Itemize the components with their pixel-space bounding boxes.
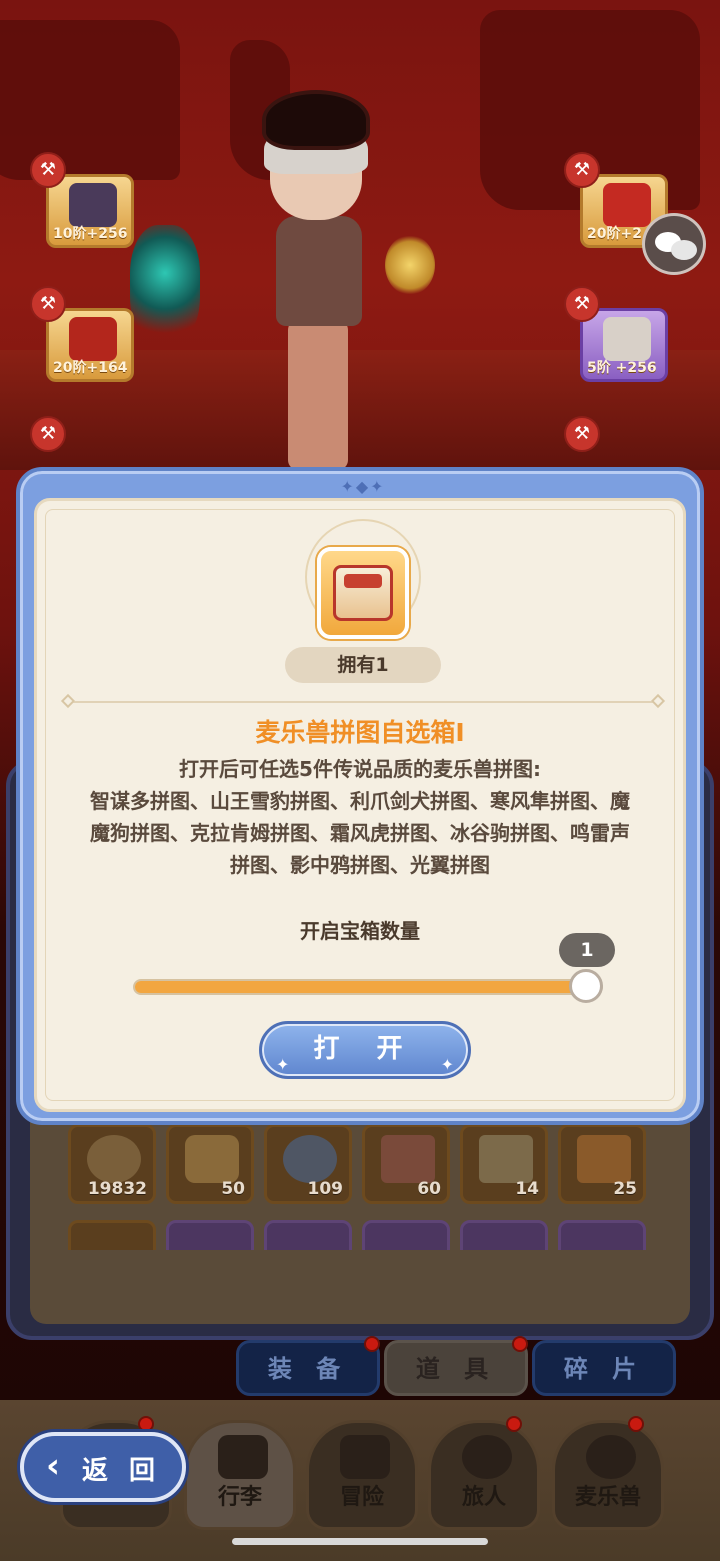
hammer-icon[interactable]: ⚒: [564, 152, 600, 188]
equipment-slot-partial[interactable]: ⚒: [30, 416, 150, 470]
tab-items[interactable]: 道 具: [384, 1340, 528, 1396]
item-count: 60: [417, 1179, 441, 1199]
hammer-icon[interactable]: ⚒: [564, 286, 600, 322]
item-count: 19832: [87, 1179, 147, 1199]
chat-icon-secondary: [671, 240, 697, 260]
nav-item-pets[interactable]: 麦乐兽: [552, 1420, 664, 1530]
tab-fragments[interactable]: 碎 片: [532, 1340, 676, 1396]
character-hat: [262, 90, 370, 150]
owned-count: 拥有1: [285, 647, 441, 683]
traveler-avatar-icon: [462, 1435, 512, 1479]
inventory-item[interactable]: 50: [166, 1124, 254, 1204]
nav-label: 麦乐兽: [574, 1485, 641, 1510]
nav-label: 行李: [217, 1485, 262, 1510]
item-icon-frame: [317, 547, 409, 639]
notification-dot: [138, 1416, 154, 1432]
scroll-icon: [479, 1135, 533, 1183]
hammer-icon[interactable]: ⚒: [30, 286, 66, 322]
character-body: [276, 216, 362, 326]
equipment-level: 10阶+256: [53, 226, 128, 242]
inventory-item[interactable]: 25: [558, 1124, 646, 1204]
inventory-item[interactable]: 19832: [68, 1124, 156, 1204]
ticket-icon: [381, 1135, 435, 1183]
inventory-item[interactable]: [264, 1220, 352, 1250]
equipment-slot-weapon[interactable]: 10阶+256 ⚒: [30, 152, 150, 252]
treasure-chest-icon: [333, 565, 393, 621]
card-icon: [577, 1135, 631, 1183]
item-count: 25: [613, 1179, 637, 1199]
open-button-label: 打 开: [313, 1034, 417, 1064]
crystal-icon: [283, 1135, 337, 1183]
notification-dot: [512, 1336, 528, 1352]
inventory-item[interactable]: [166, 1220, 254, 1250]
dialog-panel: 拥有1 麦乐兽拼图自选箱Ⅰ 打开后可任选5件传说品质的麦乐兽拼图: 智谋多拼图、…: [34, 498, 686, 1112]
hammer-icon[interactable]: ⚒: [30, 152, 66, 188]
pet-avatar-icon: [586, 1435, 636, 1479]
bag-icon: [218, 1435, 268, 1479]
crossed-swords-icon: [340, 1435, 390, 1479]
tab-equipment[interactable]: 装 备: [236, 1340, 380, 1396]
diamond-ornament-icon: ✦◆✦: [340, 477, 386, 496]
lyre-icon: [185, 1135, 239, 1183]
open-button[interactable]: ✦ 打 开 ✦: [259, 1021, 471, 1079]
equipment-level: 20阶+2: [587, 226, 642, 242]
nav-label: 冒险: [339, 1485, 384, 1510]
chat-button[interactable]: [642, 213, 706, 275]
equipment-level: 20阶+164: [53, 360, 128, 376]
inventory-item[interactable]: 60: [362, 1124, 450, 1204]
bow-icon: [69, 183, 117, 227]
item-count: 14: [515, 1179, 539, 1199]
equipment-level: 5阶 +256: [587, 360, 657, 376]
nav-item-travelers[interactable]: 旅人: [428, 1420, 540, 1530]
slot-frame: 20阶+164: [46, 308, 134, 382]
inventory-row: [68, 1220, 658, 1250]
back-arrow-icon: ‹: [46, 1446, 61, 1486]
notification-dot: [364, 1336, 380, 1352]
slot-frame: 5阶 +256: [580, 308, 668, 382]
chest-lid: [344, 574, 382, 588]
divider: [69, 701, 657, 703]
hammer-icon[interactable]: ⚒: [30, 416, 66, 452]
helmet-icon: [603, 183, 651, 227]
equipment-slot-armor[interactable]: 20阶+164 ⚒: [30, 286, 150, 386]
hammer-icon[interactable]: ⚒: [564, 416, 600, 452]
item-count: 109: [307, 1179, 344, 1199]
nav-item-luggage[interactable]: 行李: [184, 1420, 296, 1530]
inventory-item[interactable]: 109: [264, 1124, 352, 1204]
inventory-row: 19832 50 109 60 14 25: [68, 1124, 658, 1210]
notification-dot: [628, 1416, 644, 1432]
quantity-slider[interactable]: [133, 979, 603, 995]
character-legs: [288, 320, 348, 470]
home-indicator[interactable]: [232, 1538, 488, 1545]
equipment-slot-gloves[interactable]: 5阶 +256 ⚒: [564, 286, 684, 386]
item-title: 麦乐兽拼图自选箱Ⅰ: [255, 718, 465, 747]
inventory-item[interactable]: 14: [460, 1124, 548, 1204]
nav-label: 旅人: [461, 1485, 506, 1510]
slider-fill: [135, 981, 601, 993]
open-chest-dialog: ✦◆✦ 拥有1 麦乐兽拼图自选箱Ⅰ 打开后可任选5件传说品质的麦乐兽拼图: 智谋…: [16, 467, 704, 1125]
gauntlet-icon: [603, 317, 651, 361]
sparkle-icon: ✦: [440, 1055, 454, 1074]
notification-dot: [506, 1416, 522, 1432]
pet-companion: [385, 235, 435, 295]
orb-icon: [87, 1135, 141, 1183]
game-scene-background: 10阶+256 ⚒ 20阶+164 ⚒ ⚒ 20阶+2 ⚒ 5阶 +256 ⚒ …: [0, 0, 720, 470]
back-button-label: 返 回: [82, 1456, 162, 1486]
inventory-sub-tabs: 装 备 道 具 碎 片: [236, 1336, 692, 1396]
inventory-item[interactable]: [362, 1220, 450, 1250]
inventory-item[interactable]: [558, 1220, 646, 1250]
back-button[interactable]: ‹ 返 回: [20, 1432, 186, 1502]
nav-item-adventure[interactable]: 冒险: [306, 1420, 418, 1530]
sparkle-icon: ✦: [276, 1055, 290, 1074]
inventory-item[interactable]: [68, 1220, 156, 1250]
equipment-slot-partial[interactable]: ⚒: [564, 416, 684, 470]
player-character[interactable]: [250, 90, 380, 470]
quantity-value-bubble: 1: [559, 933, 615, 967]
item-description: 打开后可任选5件传说品质的麦乐兽拼图: 智谋多拼图、山王雪豹拼图、利爪剑犬拼图、…: [90, 757, 630, 877]
inventory-item[interactable]: [460, 1220, 548, 1250]
slot-frame: 10阶+256: [46, 174, 134, 248]
slider-handle[interactable]: [569, 969, 603, 1003]
item-count: 50: [221, 1179, 245, 1199]
armor-icon: [69, 317, 117, 361]
